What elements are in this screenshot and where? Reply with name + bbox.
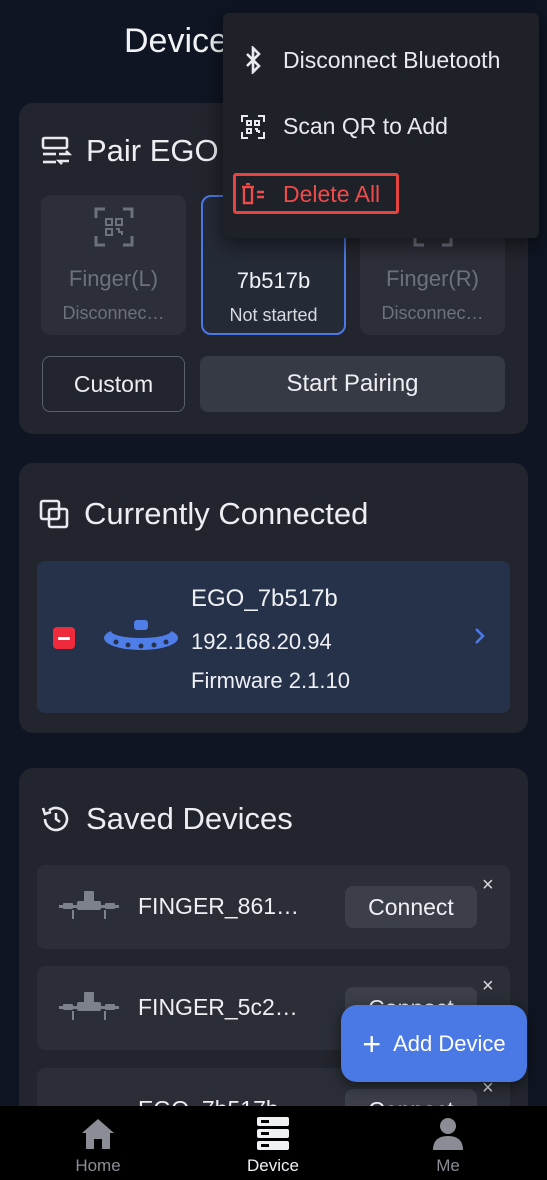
nav-home[interactable]: Home xyxy=(38,1106,158,1180)
menu-delete-all[interactable]: Delete All xyxy=(241,181,380,208)
slot-status: Not started xyxy=(229,305,318,325)
saved-title: Saved Devices xyxy=(86,801,293,836)
ego-headband-icon xyxy=(104,620,178,650)
custom-button[interactable]: Custom xyxy=(42,356,185,412)
bottom-nav: Home Device Me xyxy=(0,1106,547,1180)
delete-list-icon xyxy=(242,182,264,204)
nav-me-label: Me xyxy=(436,1156,460,1175)
qr-scan-icon xyxy=(241,114,265,139)
finger-device-icon xyxy=(59,891,119,919)
connect-button[interactable]: Connect xyxy=(345,886,477,928)
home-icon xyxy=(80,1114,116,1154)
remove-device-button[interactable] xyxy=(53,627,75,649)
options-menu: Disconnect Bluetooth Scan QR to Add Dele… xyxy=(223,13,539,238)
connected-header: Currently Connected xyxy=(38,496,368,532)
saved-device-row[interactable]: FINGER_861… Connect × xyxy=(37,865,510,949)
bluetooth-off-icon xyxy=(246,46,261,74)
connected-squares-icon xyxy=(39,499,69,529)
menu-label: Scan QR to Add xyxy=(283,113,448,139)
minus-icon xyxy=(58,636,70,640)
slot-status: Disconnec… xyxy=(62,303,165,323)
history-icon xyxy=(41,806,69,832)
page-title: Device xyxy=(124,22,228,60)
nav-device-label: Device xyxy=(247,1156,299,1175)
remove-saved-icon[interactable]: × xyxy=(482,875,494,895)
menu-disconnect-bluetooth[interactable]: Disconnect Bluetooth xyxy=(241,46,500,74)
add-device-button[interactable]: + Add Device xyxy=(341,1005,527,1082)
connected-device-row[interactable]: EGO_7b517b 192.168.20.94 Firmware 2.1.10 xyxy=(37,561,510,713)
qr-scan-icon xyxy=(93,205,135,249)
menu-scan-qr[interactable]: Scan QR to Add xyxy=(241,113,448,140)
chevron-right-icon[interactable] xyxy=(473,623,487,649)
device-name: EGO_7b517b xyxy=(191,585,338,612)
plus-icon: + xyxy=(362,1025,382,1062)
remove-saved-icon[interactable]: × xyxy=(482,976,494,996)
saved-header: Saved Devices xyxy=(40,801,293,837)
menu-label: Disconnect Bluetooth xyxy=(283,46,501,73)
menu-label: Delete All xyxy=(283,181,381,207)
device-firmware: Firmware 2.1.10 xyxy=(191,668,350,693)
connected-title: Currently Connected xyxy=(84,496,369,531)
slot-name: Finger(R) xyxy=(386,266,479,291)
saved-device-name: FINGER_5c2… xyxy=(138,994,298,1020)
add-device-label: Add Device xyxy=(393,1030,506,1056)
person-icon xyxy=(431,1114,465,1154)
slot-name: 7b517b xyxy=(236,268,311,293)
slot-status: Disconnec… xyxy=(381,303,484,323)
nav-device[interactable]: Device xyxy=(213,1106,333,1180)
pair-list-icon xyxy=(41,136,72,165)
saved-device-name: FINGER_861… xyxy=(138,893,300,919)
nav-me[interactable]: Me xyxy=(388,1106,508,1180)
device-stack-icon xyxy=(256,1114,290,1154)
device-ip: 192.168.20.94 xyxy=(191,629,332,654)
slot-finger-left[interactable]: Finger(L) Disconnec… xyxy=(41,195,186,335)
nav-home-label: Home xyxy=(75,1156,121,1175)
finger-device-icon xyxy=(59,992,119,1020)
slot-name: Finger(L) xyxy=(68,266,159,291)
pair-ego-header: Pair EGO xyxy=(40,133,219,169)
start-pairing-button[interactable]: Start Pairing xyxy=(200,356,505,412)
pair-ego-title: Pair EGO xyxy=(86,133,219,168)
